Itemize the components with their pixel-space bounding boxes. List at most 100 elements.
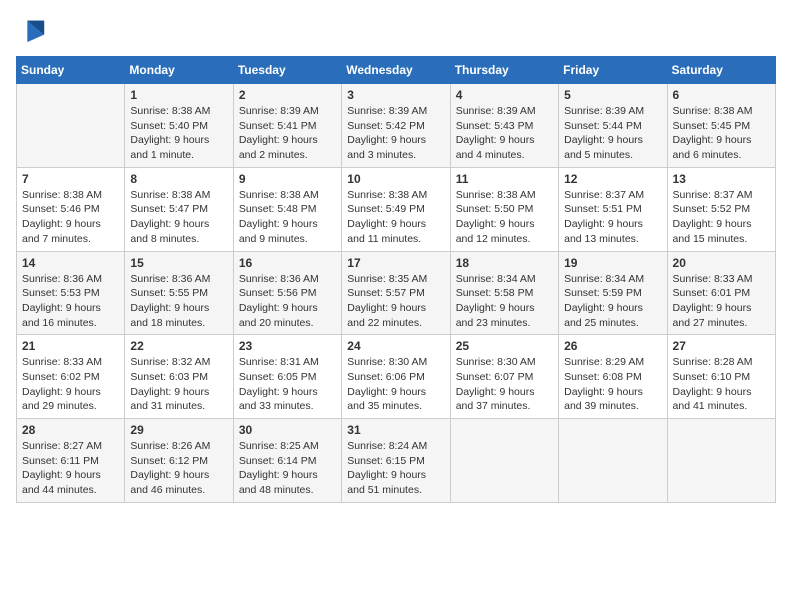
- day-number: 2: [239, 88, 336, 102]
- calendar-cell: 8 Sunrise: 8:38 AMSunset: 5:47 PMDaylight…: [125, 167, 233, 251]
- day-number: 17: [347, 256, 444, 270]
- calendar-cell: 4Sunrise: 8:39 AMSunset: 5:43 PMDaylight…: [450, 84, 558, 168]
- calendar-cell: 23 Sunrise: 8:31 AMSunset: 6:05 PMDayligh…: [233, 335, 341, 419]
- calendar-table: SundayMondayTuesdayWednesdayThursdayFrid…: [16, 56, 776, 503]
- day-number: 4: [456, 88, 553, 102]
- calendar-cell: 30 Sunrise: 8:25 AMSunset: 6:14 PMDayligh…: [233, 419, 341, 503]
- weekday-header-thursday: Thursday: [450, 57, 558, 84]
- day-info: Sunrise: 8:39 AMSunset: 5:41 PMDaylight:…: [239, 104, 336, 163]
- day-number: 23: [239, 339, 336, 353]
- calendar-cell: 14Sunrise: 8:36 AMSunset: 5:53 PMDayligh…: [17, 251, 125, 335]
- calendar-cell: 20 Sunrise: 8:33 AMSunset: 6:01 PMDayligh…: [667, 251, 775, 335]
- calendar-cell: 27 Sunrise: 8:28 AMSunset: 6:10 PMDayligh…: [667, 335, 775, 419]
- day-info: Sunrise: 8:38 AMSunset: 5:47 PMDaylight:…: [130, 188, 227, 247]
- day-number: 19: [564, 256, 661, 270]
- calendar-cell: 7Sunrise: 8:38 AMSunset: 5:46 PMDaylight…: [17, 167, 125, 251]
- day-info: Sunrise: 8:30 AMSunset: 6:06 PMDaylight:…: [347, 355, 444, 414]
- day-number: 18: [456, 256, 553, 270]
- day-info: Sunrise: 8:38 AMSunset: 5:49 PMDaylight:…: [347, 188, 444, 247]
- day-info: Sunrise: 8:33 AMSunset: 6:02 PMDaylight:…: [22, 355, 119, 414]
- calendar-cell: 24 Sunrise: 8:30 AMSunset: 6:06 PMDayligh…: [342, 335, 450, 419]
- day-number: 21: [22, 339, 119, 353]
- calendar-cell: 21 Sunrise: 8:33 AMSunset: 6:02 PMDayligh…: [17, 335, 125, 419]
- day-number: 26: [564, 339, 661, 353]
- day-info: Sunrise: 8:38 AMSunset: 5:45 PMDaylight:…: [673, 104, 770, 163]
- day-info: Sunrise: 8:31 AMSunset: 6:05 PMDaylight:…: [239, 355, 336, 414]
- day-info: Sunrise: 8:34 AMSunset: 5:58 PMDaylight:…: [456, 272, 553, 331]
- calendar-cell: 2 Sunrise: 8:39 AMSunset: 5:41 PMDaylight…: [233, 84, 341, 168]
- day-info: Sunrise: 8:39 AMSunset: 5:44 PMDaylight:…: [564, 104, 661, 163]
- day-number: 28: [22, 423, 119, 437]
- calendar-cell: 16 Sunrise: 8:36 AMSunset: 5:56 PMDayligh…: [233, 251, 341, 335]
- calendar-week-row: 28 Sunrise: 8:27 AMSunset: 6:11 PMDayligh…: [17, 419, 776, 503]
- day-info: Sunrise: 8:37 AMSunset: 5:52 PMDaylight:…: [673, 188, 770, 247]
- day-info: Sunrise: 8:30 AMSunset: 6:07 PMDaylight:…: [456, 355, 553, 414]
- calendar-week-row: 21 Sunrise: 8:33 AMSunset: 6:02 PMDayligh…: [17, 335, 776, 419]
- calendar-cell: 26 Sunrise: 8:29 AMSunset: 6:08 PMDayligh…: [559, 335, 667, 419]
- day-info: Sunrise: 8:34 AMSunset: 5:59 PMDaylight:…: [564, 272, 661, 331]
- calendar-cell: 25 Sunrise: 8:30 AMSunset: 6:07 PMDayligh…: [450, 335, 558, 419]
- calendar-week-row: 7Sunrise: 8:38 AMSunset: 5:46 PMDaylight…: [17, 167, 776, 251]
- calendar-cell: [450, 419, 558, 503]
- day-number: 3: [347, 88, 444, 102]
- day-number: 20: [673, 256, 770, 270]
- calendar-cell: 9Sunrise: 8:38 AMSunset: 5:48 PMDaylight…: [233, 167, 341, 251]
- day-number: 14: [22, 256, 119, 270]
- calendar-cell: [17, 84, 125, 168]
- weekday-header-saturday: Saturday: [667, 57, 775, 84]
- day-info: Sunrise: 8:38 AMSunset: 5:40 PMDaylight:…: [130, 104, 227, 163]
- day-number: 31: [347, 423, 444, 437]
- calendar-cell: 12Sunrise: 8:37 AMSunset: 5:51 PMDayligh…: [559, 167, 667, 251]
- day-number: 8: [130, 172, 227, 186]
- day-info: Sunrise: 8:38 AMSunset: 5:50 PMDaylight:…: [456, 188, 553, 247]
- calendar-cell: 18 Sunrise: 8:34 AMSunset: 5:58 PMDayligh…: [450, 251, 558, 335]
- calendar-cell: 11 Sunrise: 8:38 AMSunset: 5:50 PMDayligh…: [450, 167, 558, 251]
- calendar-cell: 1 Sunrise: 8:38 AMSunset: 5:40 PMDaylight…: [125, 84, 233, 168]
- calendar-cell: [667, 419, 775, 503]
- day-info: Sunrise: 8:36 AMSunset: 5:56 PMDaylight:…: [239, 272, 336, 331]
- day-info: Sunrise: 8:29 AMSunset: 6:08 PMDaylight:…: [564, 355, 661, 414]
- calendar-cell: 19 Sunrise: 8:34 AMSunset: 5:59 PMDayligh…: [559, 251, 667, 335]
- day-info: Sunrise: 8:38 AMSunset: 5:48 PMDaylight:…: [239, 188, 336, 247]
- calendar-week-row: 1 Sunrise: 8:38 AMSunset: 5:40 PMDaylight…: [17, 84, 776, 168]
- calendar-cell: 15Sunrise: 8:36 AMSunset: 5:55 PMDayligh…: [125, 251, 233, 335]
- day-number: 1: [130, 88, 227, 102]
- calendar-cell: 6Sunrise: 8:38 AMSunset: 5:45 PMDaylight…: [667, 84, 775, 168]
- calendar-cell: [559, 419, 667, 503]
- day-number: 10: [347, 172, 444, 186]
- calendar-cell: 22 Sunrise: 8:32 AMSunset: 6:03 PMDayligh…: [125, 335, 233, 419]
- weekday-header-wednesday: Wednesday: [342, 57, 450, 84]
- day-info: Sunrise: 8:28 AMSunset: 6:10 PMDaylight:…: [673, 355, 770, 414]
- header: [16, 16, 776, 44]
- weekday-header-row: SundayMondayTuesdayWednesdayThursdayFrid…: [17, 57, 776, 84]
- day-number: 16: [239, 256, 336, 270]
- day-number: 30: [239, 423, 336, 437]
- logo-icon: [18, 16, 46, 44]
- day-number: 13: [673, 172, 770, 186]
- calendar-cell: 3 Sunrise: 8:39 AMSunset: 5:42 PMDaylight…: [342, 84, 450, 168]
- day-number: 24: [347, 339, 444, 353]
- day-info: Sunrise: 8:24 AMSunset: 6:15 PMDaylight:…: [347, 439, 444, 498]
- day-info: Sunrise: 8:27 AMSunset: 6:11 PMDaylight:…: [22, 439, 119, 498]
- day-info: Sunrise: 8:26 AMSunset: 6:12 PMDaylight:…: [130, 439, 227, 498]
- logo: [16, 16, 46, 44]
- day-info: Sunrise: 8:33 AMSunset: 6:01 PMDaylight:…: [673, 272, 770, 331]
- day-number: 25: [456, 339, 553, 353]
- calendar-cell: 10 Sunrise: 8:38 AMSunset: 5:49 PMDayligh…: [342, 167, 450, 251]
- weekday-header-tuesday: Tuesday: [233, 57, 341, 84]
- calendar-cell: 17 Sunrise: 8:35 AMSunset: 5:57 PMDayligh…: [342, 251, 450, 335]
- day-info: Sunrise: 8:35 AMSunset: 5:57 PMDaylight:…: [347, 272, 444, 331]
- day-number: 7: [22, 172, 119, 186]
- day-info: Sunrise: 8:39 AMSunset: 5:42 PMDaylight:…: [347, 104, 444, 163]
- calendar-cell: 29 Sunrise: 8:26 AMSunset: 6:12 PMDayligh…: [125, 419, 233, 503]
- day-info: Sunrise: 8:37 AMSunset: 5:51 PMDaylight:…: [564, 188, 661, 247]
- calendar-cell: 5Sunrise: 8:39 AMSunset: 5:44 PMDaylight…: [559, 84, 667, 168]
- day-number: 27: [673, 339, 770, 353]
- day-info: Sunrise: 8:25 AMSunset: 6:14 PMDaylight:…: [239, 439, 336, 498]
- day-number: 11: [456, 172, 553, 186]
- day-number: 22: [130, 339, 227, 353]
- day-number: 29: [130, 423, 227, 437]
- day-info: Sunrise: 8:32 AMSunset: 6:03 PMDaylight:…: [130, 355, 227, 414]
- day-info: Sunrise: 8:36 AMSunset: 5:55 PMDaylight:…: [130, 272, 227, 331]
- calendar-cell: 13 Sunrise: 8:37 AMSunset: 5:52 PMDayligh…: [667, 167, 775, 251]
